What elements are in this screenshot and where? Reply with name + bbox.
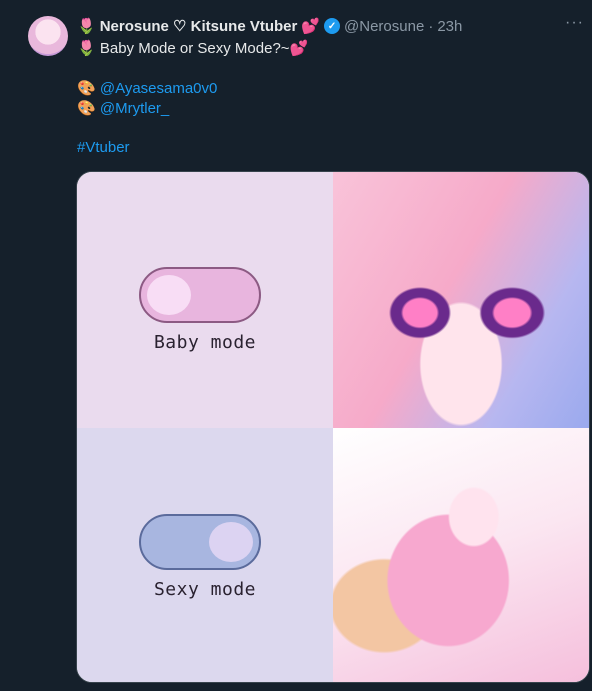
user-handle[interactable]: @Nerosune (344, 18, 424, 35)
palette-emoji: 🎨 (77, 99, 96, 117)
timestamp[interactable]: 23h (437, 18, 462, 35)
tulip-emoji: 🌷 (77, 39, 96, 57)
heart-emoji: 💕 (301, 17, 321, 35)
mention-link[interactable]: @Ayasesama0v0 (100, 80, 218, 97)
heart-emoji: 💕 (289, 39, 309, 57)
hashtag-line: #Vtuber (77, 138, 576, 158)
tweet-media[interactable]: Baby mode Sexy mode (76, 171, 590, 683)
tweet[interactable]: 🌷 Nerosune ♡ Kitsune Vtuber 💕 ✓ @Nerosun… (0, 0, 592, 691)
toggle-knob (209, 522, 253, 562)
mention-link[interactable]: @Mrytler_ (100, 100, 169, 117)
separator: · (428, 17, 434, 35)
verified-badge-icon[interactable]: ✓ (324, 18, 341, 34)
credit-line-2: 🎨 @Mrytler_ (77, 98, 576, 118)
tweet-header: 🌷 Nerosune ♡ Kitsune Vtuber 💕 ✓ @Nerosun… (77, 16, 552, 36)
tulip-emoji: 🌷 (77, 17, 96, 35)
more-options-icon[interactable]: ··· (565, 14, 584, 32)
toggle-knob (147, 275, 191, 315)
tweet-question: Baby Mode or Sexy Mode?~ (99, 40, 290, 57)
baby-mode-label: Baby mode (153, 332, 257, 353)
character-fullbody-image[interactable] (333, 428, 589, 682)
tweet-line-1: 🌷 Baby Mode or Sexy Mode?~💕 (77, 38, 576, 58)
character-closeup-image[interactable] (333, 172, 589, 428)
baby-mode-toggle[interactable] (139, 267, 261, 323)
sexy-mode-toggle[interactable] (139, 514, 261, 570)
tweet-text: 🌷 Baby Mode or Sexy Mode?~💕 🎨 @Ayasesama… (77, 38, 576, 158)
avatar[interactable] (28, 16, 68, 56)
palette-emoji: 🎨 (77, 79, 96, 97)
sexy-mode-label: Sexy mode (153, 579, 257, 600)
display-name[interactable]: Nerosune ♡ Kitsune Vtuber (100, 17, 298, 35)
credit-line-1: 🎨 @Ayasesama0v0 (77, 78, 576, 98)
hashtag-link[interactable]: #Vtuber (77, 139, 130, 156)
